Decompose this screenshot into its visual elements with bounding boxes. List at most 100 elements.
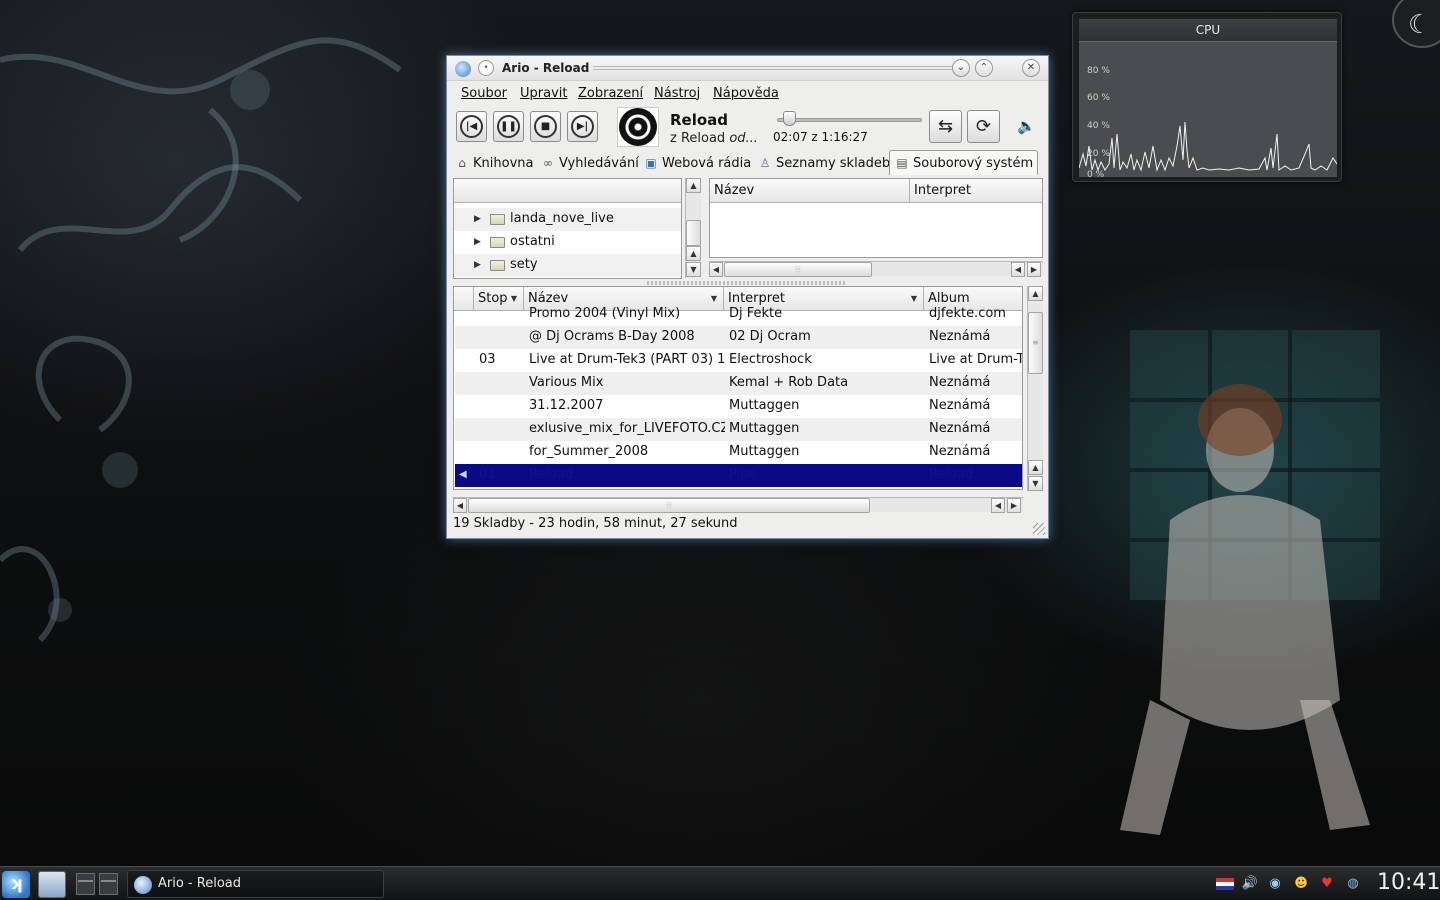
album-cover[interactable] — [617, 107, 659, 147]
cell-artist: Electroshock — [729, 352, 812, 367]
menu-soubor[interactable]: Soubor — [461, 86, 507, 101]
minimize-button[interactable]: ⌄ — [952, 59, 970, 77]
chat-tray-icon[interactable]: ☻ — [1292, 876, 1310, 892]
cell-album: Neznámá — [929, 421, 991, 436]
tab-souborovy-system[interactable]: ▤ Souborový systém — [889, 150, 1039, 175]
scroll-left-icon[interactable]: ◀ — [1011, 262, 1025, 277]
cpu-widget-title: CPU — [1079, 19, 1337, 41]
folder-icon — [490, 214, 505, 225]
expand-arrow-icon[interactable]: ▶ — [474, 231, 481, 253]
folder-name: landa_nove_live — [510, 211, 614, 226]
scroll-right-icon[interactable]: ▶ — [1007, 498, 1021, 513]
now-playing-album: z Reload — [670, 131, 726, 146]
ario-app-icon[interactable] — [455, 61, 471, 77]
scroll-left-icon[interactable]: ◀ — [991, 498, 1005, 513]
pause-button[interactable]: ❚❚ — [493, 111, 524, 142]
stop-button[interactable]: ■ — [530, 111, 561, 142]
playlist-row[interactable]: @ Dj Ocrams B-Day 2008 02 Dj Ocram Neznámá — [455, 326, 1022, 349]
repeat-button[interactable]: ⟳ — [967, 110, 1000, 143]
expand-arrow-icon[interactable]: ▶ — [474, 254, 481, 276]
scroll-left-icon[interactable]: ◀ — [709, 262, 723, 277]
tree-item-folder[interactable]: ▶ sety — [454, 254, 681, 277]
status-bar: 19 Skladby - 23 hodin, 58 minut, 27 seku… — [453, 516, 738, 531]
file-list-hscrollbar[interactable]: ◀ ⦙⦙⦙ ◀ ▶ — [709, 261, 1043, 277]
ario-tray-icon[interactable]: ◍ — [1344, 876, 1362, 892]
playlist-row[interactable]: 31.12.2007 Muttaggen Neznámá — [455, 395, 1022, 418]
tab-vyhledavani[interactable]: ∞ Vyhledávání — [540, 153, 639, 174]
playlist-icon: ♙ — [759, 156, 771, 170]
titlebar-grip — [593, 66, 953, 72]
file-column-interpret[interactable]: Interpret — [910, 179, 1042, 203]
scroll-up-icon[interactable]: ▲ — [686, 178, 701, 193]
playlist-row[interactable]: ◀ 01 Reload Pipe Reload — [455, 464, 1022, 487]
shuffle-button[interactable]: ⇆ — [929, 110, 962, 143]
scroll-up-icon[interactable]: ▲ — [1028, 460, 1043, 475]
scroll-right-icon[interactable]: ▶ — [1027, 262, 1041, 277]
scroll-down-icon[interactable]: ▼ — [686, 262, 701, 277]
close-button[interactable]: ✕ — [1022, 59, 1040, 77]
kde-menu-button[interactable]: ʞ — [2, 871, 30, 898]
playlist-row[interactable]: for_Summer_2008 Muttaggen Neznámá — [455, 441, 1022, 464]
scroll-down-icon[interactable]: ▼ — [1028, 476, 1043, 491]
keyboard-layout-icon[interactable] — [1216, 878, 1234, 890]
cell-title: Reload — [529, 467, 574, 482]
window-titlebar[interactable]: • Ario - Reload ⌄ ⌃ ✕ — [447, 56, 1048, 81]
tab-webova-radia[interactable]: ▣ Webová rádia — [643, 153, 751, 174]
cell-artist: Dj Fekte — [729, 306, 783, 321]
volume-icon[interactable]: 🔈 — [1017, 117, 1036, 135]
clock[interactable]: 10:41 — [1377, 870, 1440, 895]
volume-tray-icon[interactable]: 🔊 — [1241, 876, 1259, 892]
scrollbar-thumb[interactable] — [686, 220, 701, 246]
cpu-usage-line — [1079, 121, 1337, 172]
notification-tray-icon[interactable]: ♥ — [1318, 876, 1336, 892]
tree-item-folder[interactable]: ▶ ostatni — [454, 231, 681, 254]
cell-title: Promo 2004 (Vinyl Mix) — [529, 306, 681, 321]
pager-desktop-1[interactable] — [76, 873, 95, 895]
playlist-row[interactable]: Promo 2004 (Vinyl Mix) Dj Fekte djfekte.co… — [455, 303, 1022, 326]
menu-upravit[interactable]: Upravit — [520, 86, 567, 101]
scroll-up-icon[interactable]: ▲ — [686, 246, 701, 261]
previous-button[interactable]: |◀ — [456, 111, 487, 142]
scrollbar-thumb[interactable]: ⦙⦙⦙ — [724, 262, 872, 277]
cell-album: Neznámá — [929, 398, 991, 413]
tree-item-folder[interactable]: ▶ landa_nove_live — [454, 208, 681, 231]
menu-napoveda[interactable]: Nápověda — [713, 86, 779, 101]
folder-tree-scrollbar[interactable]: ▲ ▲ ▼ — [685, 178, 701, 278]
folder-name: sety — [510, 257, 538, 272]
disc-icon — [619, 108, 657, 146]
scroll-left-icon[interactable]: ◀ — [453, 498, 467, 513]
scroll-up-icon[interactable]: ▲ — [1028, 286, 1043, 301]
now-playing-artist: od... — [729, 131, 758, 146]
tab-knihovna[interactable]: ⌂ Knihovna — [454, 153, 533, 174]
network-tray-icon[interactable]: ◉ — [1266, 876, 1284, 892]
playlist-row[interactable]: 03 Live at Drum-Tek3 (PART 03) 15- Electro… — [455, 349, 1022, 372]
cell-title: @ Dj Ocrams B-Day 2008 — [529, 329, 695, 344]
scrollbar-thumb[interactable]: ⦙⦙⦙ — [468, 498, 870, 513]
pager-desktop-2[interactable] — [99, 873, 118, 895]
cell-artist: 02 Dj Ocram — [729, 329, 811, 344]
resize-grip[interactable] — [1033, 523, 1045, 535]
playlist-hscrollbar[interactable]: ◀ ⦙⦙⦙ ◀ ▶ — [453, 497, 1023, 513]
menu-zobrazeni[interactable]: Zobrazení — [578, 86, 643, 101]
folder-icon — [490, 260, 505, 271]
sticky-button[interactable]: • — [478, 60, 494, 76]
pane-splitter[interactable] — [647, 281, 847, 285]
file-column-nazev[interactable]: Název — [710, 179, 910, 203]
scrollbar-thumb[interactable]: ≡ — [1028, 312, 1043, 374]
playlist-row[interactable]: Various Mix Kemal + Rob Data Neznámá — [455, 372, 1022, 395]
folder-name: ostatni — [510, 234, 555, 249]
expand-arrow-icon[interactable]: ▶ — [474, 208, 481, 230]
show-desktop-button[interactable] — [38, 871, 66, 898]
seek-slider[interactable] — [777, 118, 922, 122]
seek-slider-handle[interactable] — [782, 111, 796, 126]
task-ario-reload[interactable]: Ario - Reload — [127, 870, 384, 898]
next-button[interactable]: ▶| — [567, 111, 598, 142]
playlist-vscrollbar[interactable]: ▲ ≡ ▲ ▼ — [1027, 286, 1043, 491]
menu-nastroj[interactable]: Nástroj — [654, 86, 700, 101]
cell-track: 03 — [479, 352, 496, 367]
playlist-row[interactable]: exlusive_mix_for_LIVEFOTO.CZ Muttaggen Nez… — [455, 418, 1022, 441]
tab-seznamy-skladeb[interactable]: ♙ Seznamy skladeb — [757, 153, 891, 174]
player-toolbar: |◀ ❚❚ ■ ▶| Reload z Reload od... 02:07 z… — [447, 104, 1048, 148]
maximize-button[interactable]: ⌃ — [975, 59, 993, 77]
folder-tree: ▶ landa_nove_live ▶ ostatni ▶ sety — [453, 178, 682, 279]
